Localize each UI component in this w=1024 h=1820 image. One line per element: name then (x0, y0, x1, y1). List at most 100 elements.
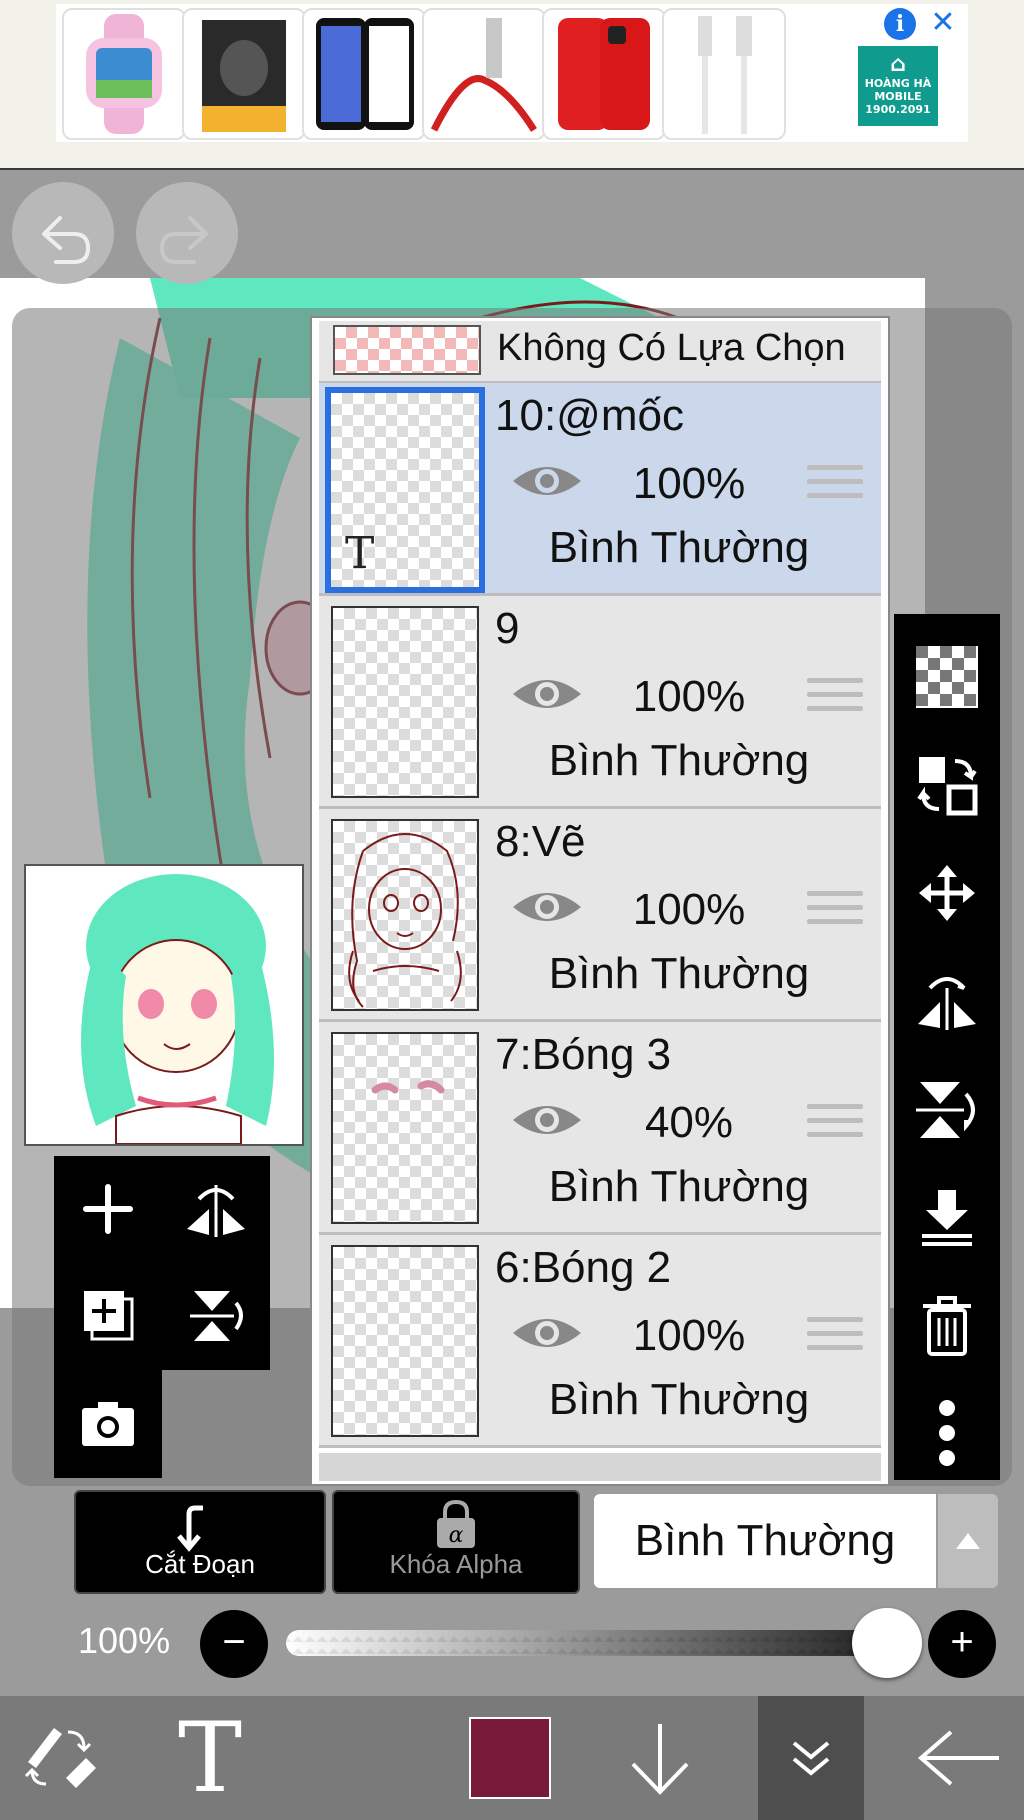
layers-panel[interactable]: Không Có Lựa Chọn T 10:@mốc 100% Bình Th… (312, 318, 888, 1484)
text-tool-icon: T (178, 1713, 242, 1803)
flip-vertical-button[interactable] (162, 1262, 270, 1368)
swap-icon (917, 757, 978, 816)
text-tool-button[interactable]: T (150, 1696, 270, 1820)
ad-product-usb-cable[interactable] (662, 8, 786, 140)
visibility-eye-icon[interactable] (509, 1309, 585, 1357)
undo-button[interactable] (12, 182, 114, 284)
drag-handle-icon[interactable] (807, 1104, 863, 1146)
drag-handle-icon[interactable] (807, 678, 863, 720)
visibility-eye-icon[interactable] (509, 883, 585, 931)
opacity-value-label: 100% (78, 1620, 171, 1661)
layer-row[interactable]: 6:Bóng 2 100% Bình Thường (319, 1235, 881, 1448)
blush-thumbnail (371, 1080, 445, 1094)
alpha-lock-button[interactable]: α Khóa Alpha (332, 1490, 580, 1594)
add-layer-button[interactable] (54, 1156, 162, 1262)
layer-blend-mode: Bình Thường (548, 736, 810, 785)
red-cable-image (430, 18, 537, 132)
layer-opacity: 100% (632, 1311, 746, 1360)
bottom-toolbar: T (0, 1696, 1024, 1820)
layer-row[interactable]: 8:Vẽ 100% Bình Thường (319, 809, 881, 1022)
opacity-decrease-button[interactable]: − (200, 1610, 268, 1678)
layer-opacity: 100% (632, 459, 746, 508)
redo-icon (159, 216, 208, 264)
layer-opacity: 100% (632, 672, 746, 721)
svg-text:T: T (178, 1713, 242, 1803)
clipping-button[interactable]: Cắt Đoạn (74, 1490, 326, 1594)
opacity-slider-thumb[interactable] (852, 1608, 922, 1678)
triangle-up-icon (956, 1533, 980, 1549)
flip-layer-horizontal-button[interactable] (894, 948, 1000, 1054)
ad-product-tempered-glass[interactable] (302, 8, 426, 140)
drag-handle-icon[interactable] (807, 1317, 863, 1359)
smartwatch-image (86, 14, 162, 134)
ad-product-strip[interactable] (56, 4, 968, 142)
ad-product-red-phone[interactable] (542, 8, 666, 140)
ad-brand-logo[interactable]: ⌂ HOÀNG HÀ MOBILE 1900.2091 (858, 46, 938, 126)
primary-color-swatch (469, 1717, 551, 1799)
ad-product-protector-box[interactable] (182, 8, 306, 140)
drag-handle-icon[interactable] (807, 891, 863, 933)
layer-down-button[interactable] (610, 1696, 710, 1820)
back-button[interactable] (900, 1696, 1020, 1820)
arrow-down-icon (631, 1724, 689, 1795)
ad-product-red-cable[interactable] (422, 8, 546, 140)
undo-icon (42, 216, 91, 264)
merge-down-button[interactable] (894, 1164, 1000, 1270)
ad-info-icon[interactable]: i (884, 8, 916, 40)
layer-name: 7:Bóng 3 (495, 1030, 672, 1079)
color-picker-button[interactable] (460, 1696, 560, 1820)
plus-icon (83, 1184, 133, 1234)
move-layer-button[interactable] (894, 840, 1000, 946)
layer-actions-toolbar (894, 614, 1000, 1480)
more-options-button[interactable] (894, 1380, 1000, 1486)
flip-layer-vertical-button[interactable] (894, 1056, 1000, 1162)
swap-layers-button[interactable] (894, 732, 1000, 838)
layer-blend-mode: Bình Thường (548, 949, 810, 998)
visibility-eye-icon[interactable] (509, 1096, 585, 1144)
next-layer-row-peek[interactable] (319, 1453, 881, 1481)
opacity-slider-track[interactable] (286, 1630, 906, 1656)
arrow-left-icon (917, 1730, 999, 1786)
delete-layer-button[interactable] (894, 1272, 1000, 1378)
trash-icon (923, 1296, 971, 1356)
layer-mini-toolbar (54, 1156, 270, 1370)
import-photo-button[interactable] (54, 1370, 162, 1476)
layer-name: 10:@mốc (495, 391, 684, 440)
visibility-eye-icon[interactable] (509, 457, 585, 505)
flip-vertical-icon (916, 1082, 975, 1138)
move-icon (919, 865, 975, 921)
blend-mode-select[interactable]: Bình Thường (594, 1494, 936, 1588)
ad-brand-name: HOÀNG HÀ MOBILE (864, 77, 932, 103)
layer-mini-toolbar-camera (54, 1370, 162, 1478)
drag-handle-icon[interactable] (807, 465, 863, 507)
ad-close-icon[interactable]: ✕ (926, 6, 960, 40)
flip-horizontal-button[interactable] (162, 1156, 270, 1262)
ad-product-smartwatch[interactable] (62, 8, 186, 140)
transparency-button[interactable] (894, 624, 1000, 730)
opacity-increase-button[interactable]: + (928, 1610, 996, 1678)
layer-name: 9 (495, 604, 520, 653)
merge-down-icon (922, 1190, 972, 1246)
canvas-preview-thumbnail[interactable] (24, 864, 304, 1146)
layer-menu-button[interactable] (758, 1696, 864, 1820)
duplicate-layer-button[interactable] (54, 1262, 162, 1368)
layer-row[interactable]: 9 100% Bình Thường (319, 596, 881, 809)
flip-horizontal-icon (187, 1185, 245, 1237)
flip-vertical-icon (190, 1291, 243, 1341)
layer-name: 8:Vẽ (495, 817, 586, 866)
camera-icon (82, 1402, 134, 1446)
clip-arrow-icon (177, 1505, 203, 1552)
layer-thumbnail (331, 1245, 479, 1437)
layer-row[interactable]: T 10:@mốc 100% Bình Thường (319, 383, 881, 596)
redo-button[interactable] (136, 182, 238, 284)
clipping-label: Cắt Đoạn (145, 1549, 255, 1579)
visibility-eye-icon[interactable] (509, 670, 585, 718)
layer-thumbnail: T (325, 387, 485, 593)
lineart-thumbnail (348, 833, 462, 1008)
layer-row[interactable]: 7:Bóng 3 40% Bình Thường (319, 1022, 881, 1235)
blend-mode-dropdown-button[interactable] (938, 1494, 998, 1588)
selection-layer-row[interactable]: Không Có Lựa Chọn (319, 321, 881, 384)
layer-opacity: 40% (644, 1098, 734, 1147)
brush-eraser-toggle-button[interactable] (0, 1696, 120, 1820)
layer-blend-mode: Bình Thường (548, 1375, 810, 1424)
